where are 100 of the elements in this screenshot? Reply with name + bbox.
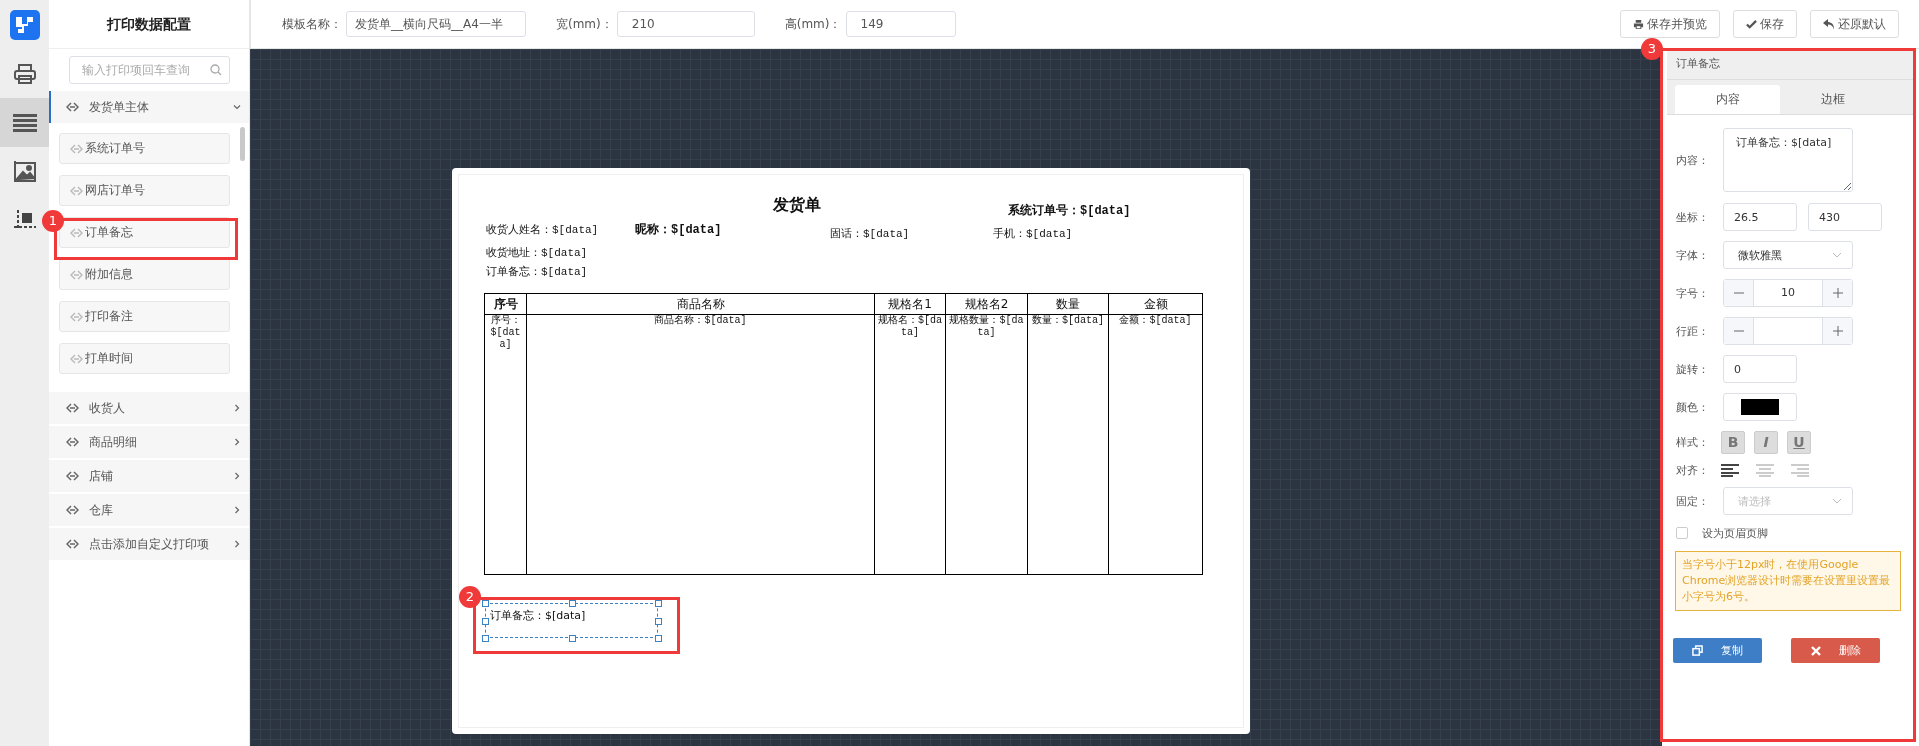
table-cell: 序号：$[data] <box>484 314 527 575</box>
step-badge: 3 <box>1641 38 1663 60</box>
field-label: 固定： <box>1676 493 1702 509</box>
print-item[interactable]: 网店订单号 <box>59 175 230 206</box>
toolbar-button[interactable]: 保存 <box>1733 10 1797 38</box>
print-item[interactable]: 订单备忘 <box>59 217 230 248</box>
toolbar-button[interactable]: 还原默认 <box>1810 10 1899 38</box>
minus-button[interactable] <box>1724 280 1754 306</box>
checkbox[interactable] <box>1676 527 1688 539</box>
close-icon <box>1810 645 1821 656</box>
field-label: 颜色： <box>1676 399 1702 415</box>
link-icon <box>70 311 83 322</box>
group-label: 商品明细 <box>89 433 138 451</box>
resize-handle[interactable] <box>482 635 489 642</box>
chevron-icon <box>1832 498 1842 504</box>
align-icon[interactable] <box>1721 463 1739 477</box>
field-label: 旋转： <box>1676 361 1702 377</box>
scrollbar[interactable] <box>240 127 245 161</box>
rail-button[interactable] <box>0 98 49 147</box>
group-header[interactable]: 仓库 <box>49 494 249 526</box>
group-label: 仓库 <box>89 501 114 519</box>
link-icon <box>66 403 79 413</box>
plus-icon <box>1832 288 1843 298</box>
field-label: 字号： <box>1676 285 1702 301</box>
resize-handle[interactable] <box>655 635 662 642</box>
resize-handle[interactable] <box>655 600 662 607</box>
plus-button[interactable] <box>1822 318 1852 344</box>
link-icon <box>70 353 83 364</box>
link-icon <box>66 437 79 447</box>
item-label: 打印备注 <box>85 308 133 325</box>
text-field[interactable]: 149 <box>845 11 956 37</box>
item-label: 订单备忘 <box>85 224 133 241</box>
tab[interactable]: 边框 <box>1780 85 1885 114</box>
text-area[interactable]: 订单备忘：$[data] <box>1723 128 1853 192</box>
checkbox-label: 设为页眉页脚 <box>1702 525 1768 541</box>
print-item[interactable]: 打印备注 <box>59 301 230 332</box>
print-item[interactable]: 打单时间 <box>59 343 230 374</box>
group-header[interactable]: 收货人 <box>49 392 249 424</box>
font-select[interactable]: 微软雅黑 <box>1723 241 1853 269</box>
document-field: 手机：$[data] <box>993 226 1073 241</box>
resize-handle[interactable] <box>482 617 489 625</box>
field-label: 内容： <box>1676 152 1702 168</box>
table-cell: 数量：$[data] <box>1027 314 1109 575</box>
resize-handle[interactable] <box>655 617 662 625</box>
group-header[interactable]: 商品明细 <box>49 426 249 458</box>
printer-icon <box>12 61 37 86</box>
y-field[interactable]: 430 <box>1808 203 1882 231</box>
tab[interactable]: 内容 <box>1675 85 1780 114</box>
document-title: 发货单 <box>772 195 822 216</box>
field-label: 字体： <box>1676 247 1702 263</box>
action-button[interactable]: 删除 <box>1791 638 1880 663</box>
color-picker[interactable] <box>1723 393 1797 421</box>
document-field: 收货人姓名：$[data] <box>486 222 599 237</box>
link-icon <box>66 539 79 549</box>
printer-icon <box>1633 18 1644 30</box>
search-field[interactable]: 输入打印项回车查询 <box>69 56 230 84</box>
group-label: 点击添加自定义打印项 <box>89 535 210 553</box>
toolbar-button[interactable]: 保存并预览 <box>1620 10 1720 38</box>
link-icon <box>66 102 79 112</box>
search-icon <box>210 64 222 76</box>
chevron-icon <box>1832 252 1842 258</box>
item-label: 打单时间 <box>85 350 133 367</box>
group-label: 店铺 <box>89 467 114 485</box>
link-icon <box>66 505 79 515</box>
field-label: 样式： <box>1676 434 1702 450</box>
number-stepper[interactable]: 10 <box>1723 279 1853 307</box>
minus-button[interactable] <box>1724 318 1754 344</box>
document-field: 昵称：$[data] <box>635 221 722 238</box>
print-item[interactable]: 附加信息 <box>59 259 230 290</box>
document-field: 订单备忘：$[data] <box>486 264 588 279</box>
plus-icon <box>1832 326 1843 336</box>
group-header[interactable]: 店铺 <box>49 460 249 492</box>
resize-handle[interactable] <box>482 600 489 607</box>
link-icon <box>70 185 83 196</box>
copy-icon <box>1692 645 1703 656</box>
group-header[interactable]: 发货单主体 <box>49 91 249 123</box>
rotation-field[interactable]: 0 <box>1723 355 1797 383</box>
table-header: 序号 <box>484 293 527 315</box>
check-icon <box>1746 18 1757 30</box>
table-header: 金额 <box>1108 293 1203 315</box>
table-header: 规格名1 <box>874 293 946 315</box>
menu-icon <box>12 112 37 133</box>
link-icon <box>70 227 83 238</box>
action-button[interactable]: 复制 <box>1673 638 1762 663</box>
text-field[interactable]: 发货单__横向尺码__A4一半 <box>346 11 526 37</box>
group-header[interactable]: 点击添加自定义打印项 <box>49 528 249 560</box>
text-field[interactable]: 210 <box>616 11 755 37</box>
resize-handle[interactable] <box>568 600 576 607</box>
table-cell: 规格数量：$[data] <box>945 314 1028 575</box>
print-item[interactable]: 系统订单号 <box>59 133 230 164</box>
document-field: 收货地址：$[data] <box>486 245 588 260</box>
resize-handle[interactable] <box>568 635 576 642</box>
panel-title: 订单备忘 <box>1667 49 1916 80</box>
document-field: 系统订单号：$[data] <box>1008 202 1131 219</box>
group-label: 发货单主体 <box>89 98 150 116</box>
plus-button[interactable] <box>1822 280 1852 306</box>
link-icon <box>70 269 83 280</box>
field-label: 宽(mm)： <box>556 15 613 33</box>
x-field[interactable]: 26.5 <box>1723 203 1797 231</box>
item-label: 系统订单号 <box>85 140 145 157</box>
